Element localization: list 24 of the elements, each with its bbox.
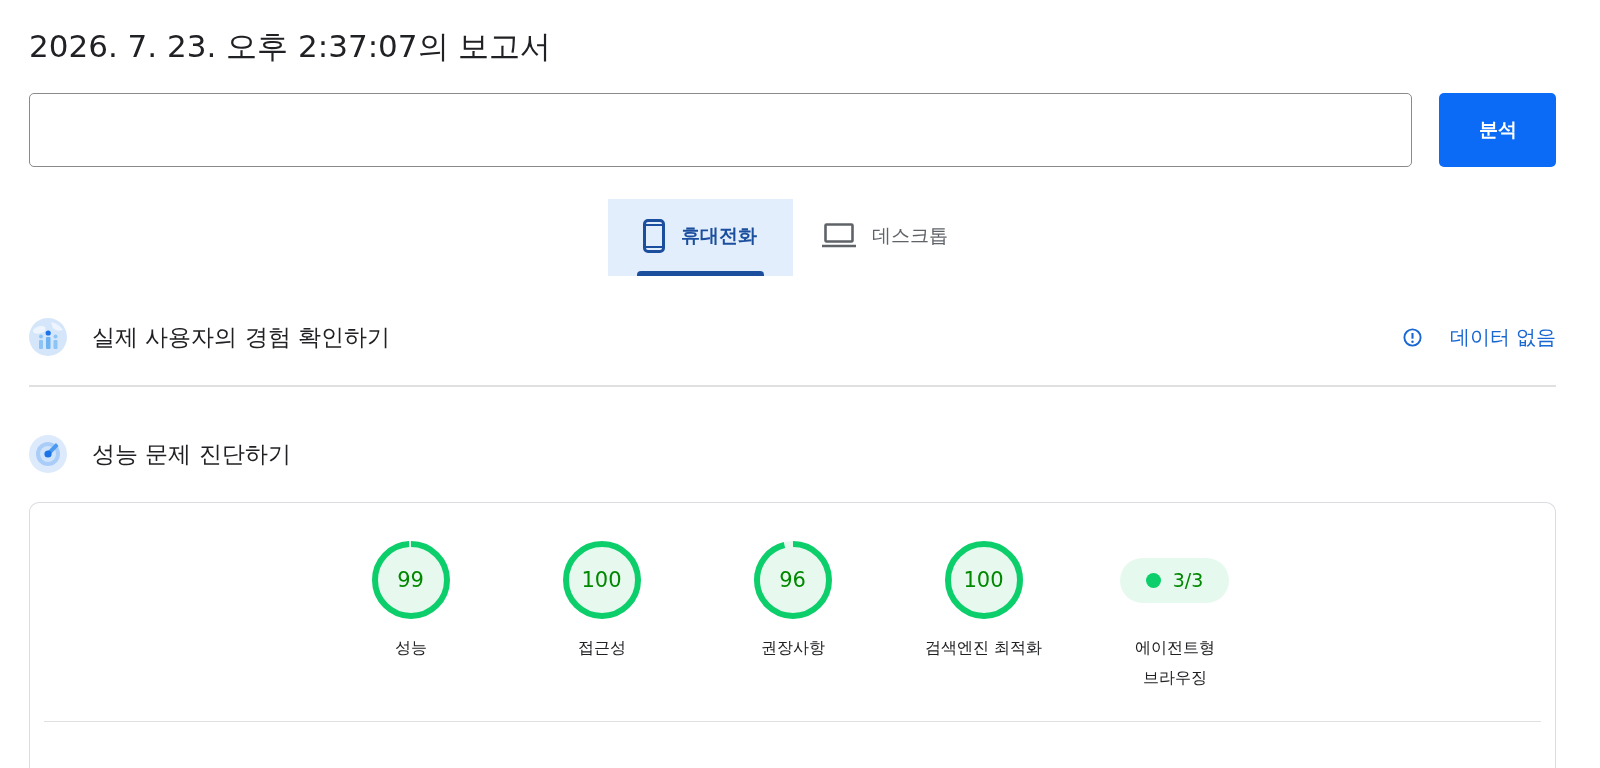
score-label: 접근성	[577, 637, 626, 659]
score-value: 99	[397, 567, 424, 593]
info-icon	[1402, 327, 1422, 347]
no-data-label: 데이터 없음	[1449, 324, 1556, 350]
score-value: 3/3	[1172, 568, 1204, 592]
laptop-icon	[822, 223, 856, 248]
device-tab[interactable]: 휴대전화	[607, 199, 793, 276]
score-label: 검색엔진 최적화	[924, 637, 1043, 659]
section-title: 실제 사용자의 경험 확인하기	[92, 323, 390, 352]
analyze-button[interactable]: 분석	[1439, 93, 1556, 167]
report-title: 2026. 7. 23. 오후 2:37:07의 보고서	[29, 27, 552, 66]
score-value: 100	[581, 567, 622, 593]
device-tab[interactable]: 데스크톱	[792, 199, 978, 276]
score-label: 권장사항	[760, 637, 825, 659]
score-label: 에이전트형 브라우징	[1133, 637, 1216, 689]
score-label: 성능	[394, 637, 427, 659]
status-dot-icon	[1145, 572, 1161, 588]
users-icon	[29, 318, 67, 356]
score-value: 96	[779, 567, 806, 593]
radar-icon	[29, 435, 67, 473]
phone-icon	[643, 218, 665, 253]
section-title: 성능 문제 진단하기	[92, 440, 291, 469]
score-value: 100	[963, 567, 1004, 593]
url-field[interactable]	[29, 93, 1412, 167]
